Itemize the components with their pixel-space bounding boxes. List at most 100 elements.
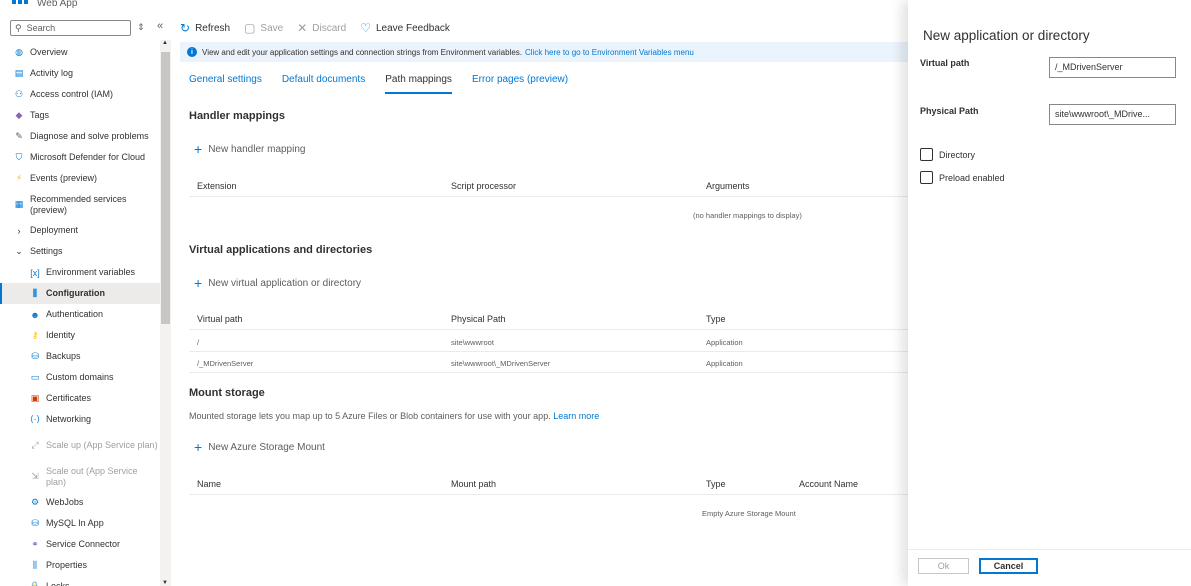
nav-item[interactable]: ⚡ Events (preview) bbox=[0, 168, 160, 189]
chevron-down-icon: ⌄ bbox=[15, 246, 23, 256]
new-virtual-app-button[interactable]: + New virtual application or directory bbox=[194, 275, 361, 291]
virtual-path-cell: /_MDrivenServer bbox=[197, 359, 254, 368]
tab-error-pages[interactable]: Error pages (preview) bbox=[472, 74, 568, 94]
search-input[interactable]: ⚲ Search bbox=[10, 20, 131, 36]
scale-up-icon: ⤢ bbox=[31, 440, 39, 450]
backup-icon: ⛁ bbox=[31, 351, 39, 361]
webjobs-icon: ⚙ bbox=[30, 497, 40, 507]
new-handler-mapping-button[interactable]: + New handler mapping bbox=[194, 141, 305, 157]
sliders-icon: ⫼ bbox=[32, 288, 38, 298]
physical-path-label: Physical Path bbox=[920, 106, 979, 116]
nav-item[interactable]: ⛉ Microsoft Defender for Cloud bbox=[0, 147, 160, 168]
nav-item[interactable]: ▤ Activity log bbox=[0, 63, 160, 84]
table-row[interactable]: /_MDrivenServer site\wwwroot\_MDrivenSer… bbox=[189, 353, 908, 373]
nav-item-label: Certificates bbox=[46, 393, 92, 403]
domain-icon: ▭ bbox=[30, 372, 40, 382]
leave-feedback-button[interactable]: ♡ Leave Feedback bbox=[360, 21, 450, 35]
nav-item[interactable]: ▣ Certificates bbox=[0, 388, 160, 409]
discard-button[interactable]: ✕ Discard bbox=[297, 21, 346, 35]
sort-icon[interactable]: ⇕ bbox=[137, 22, 145, 33]
nav-item[interactable]: ✎ Diagnose and solve problems bbox=[0, 126, 160, 147]
nav-item[interactable]: ⚇ Access control (IAM) bbox=[0, 84, 160, 105]
learn-more-link[interactable]: Learn more bbox=[553, 411, 599, 421]
refresh-icon: ↻ bbox=[180, 21, 191, 35]
nav-item-label: Activity log bbox=[30, 68, 74, 78]
nav-item-label: Networking bbox=[46, 414, 92, 424]
collapse-nav-icon[interactable]: « bbox=[157, 20, 163, 32]
column-header[interactable]: Virtual path bbox=[197, 314, 242, 324]
physical-path-cell: site\wwwroot bbox=[451, 338, 494, 347]
scale-out-icon: ⇲ bbox=[31, 471, 39, 481]
column-header[interactable]: Mount path bbox=[451, 479, 496, 489]
nav-scrollbar[interactable]: ▲ ▼ bbox=[160, 40, 171, 586]
nav-item[interactable]: ☻ Authentication bbox=[0, 304, 160, 325]
cancel-button[interactable]: Cancel bbox=[979, 558, 1038, 574]
tag-icon: ◆ bbox=[15, 110, 23, 120]
directory-checkbox[interactable]: Directory bbox=[920, 148, 975, 161]
panel-title: New application or directory bbox=[923, 28, 1090, 43]
nav-item-label: Microsoft Defender for Cloud bbox=[30, 152, 146, 162]
virtual-path-input[interactable]: /_MDrivenServer bbox=[1049, 57, 1176, 78]
nav-item[interactable]: ⫼ Properties bbox=[0, 555, 160, 576]
nav-item[interactable]: ⚙ WebJobs bbox=[0, 492, 160, 513]
tab-default-documents[interactable]: Default documents bbox=[282, 74, 365, 94]
refresh-button[interactable]: ↻ Refresh bbox=[180, 21, 230, 35]
tab-path-mappings[interactable]: Path mappings bbox=[385, 74, 452, 94]
physical-path-input[interactable]: site\wwwroot\_MDrive... bbox=[1049, 104, 1176, 125]
nav-item[interactable]: ▦ Recommended services (preview) bbox=[0, 189, 160, 220]
column-header[interactable]: Arguments bbox=[706, 181, 750, 191]
preload-enabled-checkbox[interactable]: Preload enabled bbox=[920, 171, 1005, 184]
nav-item-label: Environment variables bbox=[46, 267, 136, 277]
nav-item[interactable]: ⇲ Scale out (App Service plan) bbox=[0, 461, 160, 492]
env-vars-link[interactable]: Click here to go to Environment Variable… bbox=[525, 48, 694, 57]
plus-icon: + bbox=[194, 439, 203, 455]
checkbox-box[interactable] bbox=[920, 148, 933, 161]
identity-icon: ⚷ bbox=[31, 330, 39, 340]
nav-item[interactable]: ⌄ Settings bbox=[0, 241, 160, 262]
nav-item[interactable]: 🔒 Locks bbox=[0, 576, 160, 586]
column-header[interactable]: Type bbox=[706, 314, 726, 324]
scroll-thumb[interactable] bbox=[161, 52, 170, 324]
ok-button[interactable]: Ok bbox=[918, 558, 969, 574]
nav-item[interactable]: ⫼ Configuration bbox=[0, 283, 160, 304]
connector-icon: ⚭ bbox=[31, 539, 39, 549]
nav-item[interactable]: ⤢ Scale up (App Service plan) bbox=[0, 430, 160, 461]
nav-item[interactable]: ◍ Overview bbox=[0, 42, 160, 63]
nav-item[interactable]: ▭ Custom domains bbox=[0, 367, 160, 388]
new-storage-mount-button[interactable]: + New Azure Storage Mount bbox=[194, 439, 325, 455]
nav-item-label: Recommended services (preview) bbox=[30, 193, 127, 215]
save-button[interactable]: ▢ Save bbox=[244, 21, 283, 35]
scroll-down-icon[interactable]: ▼ bbox=[162, 580, 168, 586]
overview-icon: ◍ bbox=[15, 47, 23, 57]
column-header[interactable]: Script processor bbox=[451, 181, 516, 191]
user-key-icon: ☻ bbox=[30, 309, 40, 320]
nav-item[interactable]: › Deployment bbox=[0, 220, 160, 241]
lightning-icon: ⚡ bbox=[15, 173, 23, 183]
tab-general-settings[interactable]: General settings bbox=[189, 74, 262, 94]
column-header[interactable]: Type bbox=[706, 479, 726, 489]
nav-item-label: Backups bbox=[46, 351, 81, 361]
table-row[interactable]: / site\wwwroot Application bbox=[189, 332, 908, 352]
column-header[interactable]: Name bbox=[197, 479, 221, 489]
info-icon: i bbox=[187, 47, 197, 57]
left-nav: ⚲ Search ⇕ « ◍ Overview ▤ Activity log ⚇ Acce… bbox=[0, 12, 172, 586]
checkbox-box[interactable] bbox=[920, 171, 933, 184]
mount-table-header: Name Mount path Type Account Name bbox=[189, 473, 908, 495]
column-header[interactable]: Physical Path bbox=[451, 314, 506, 324]
scroll-up-icon[interactable]: ▲ bbox=[162, 40, 168, 46]
nav-item[interactable]: ⚷ Identity bbox=[0, 325, 160, 346]
nav-list: ◍ Overview ▤ Activity log ⚇ Access control (I… bbox=[0, 42, 160, 586]
nav-item[interactable]: ◆ Tags bbox=[0, 105, 160, 126]
nav-item[interactable]: ⟨·⟩ Networking bbox=[0, 409, 160, 430]
type-cell: Application bbox=[706, 359, 743, 368]
column-header[interactable]: Account Name bbox=[799, 479, 858, 489]
nav-item[interactable]: ⛁ Backups bbox=[0, 346, 160, 367]
heart-icon: ♡ bbox=[360, 21, 371, 35]
search-icon: ⚲ bbox=[15, 22, 22, 33]
nav-item[interactable]: ⛁ MySQL In App bbox=[0, 513, 160, 534]
column-header[interactable]: Extension bbox=[197, 181, 237, 191]
handler-mappings-title: Handler mappings bbox=[189, 110, 285, 122]
physical-path-cell: site\wwwroot\_MDrivenServer bbox=[451, 359, 551, 368]
nav-item[interactable]: ⚭ Service Connector bbox=[0, 534, 160, 555]
nav-item[interactable]: [x] Environment variables bbox=[0, 262, 160, 283]
